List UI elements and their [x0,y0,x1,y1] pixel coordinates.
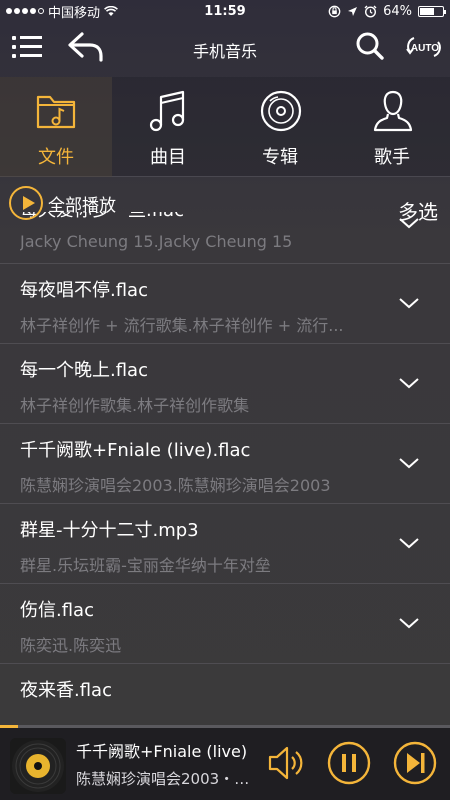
location-icon [348,6,358,16]
category-tabs: 文件 曲目 专辑 歌手 [0,77,450,177]
status-bar: 中国移动 11:59 64% [0,0,450,22]
chevron-down-icon[interactable] [398,296,420,310]
mini-player: 千千阙歌+Fniale (live) 陈慧娴珍演唱会2003・陈... [0,728,450,800]
play-all-label: 全部播放 [48,195,116,216]
chevron-down-icon[interactable] [398,616,420,630]
list-item[interactable]: 每夜唱不停.flac 林子祥创作 + 流行歌集.林子祥创作 + 流行... [0,264,450,344]
list-item[interactable]: 伤信.flac 陈奕迅.陈奕迅 [0,584,450,664]
song-subtitle: 陈奕迅.陈奕迅 [20,636,122,655]
folder-music-icon [36,95,76,129]
tab-files[interactable]: 文件 [0,77,112,177]
song-subtitle: 陈慧娴珍演唱会2003.陈慧娴珍演唱会2003 [20,476,331,495]
song-title: 千千阙歌+Fniale (live).flac [20,440,251,461]
now-playing-title[interactable]: 千千阙歌+Fniale (live) [76,738,247,762]
tab-tracks[interactable]: 曲目 [112,77,224,177]
song-title: 每一个晚上.flac [20,360,148,381]
tab-tracks-label: 曲目 [150,147,186,168]
song-title: 夜来香.flac [20,680,112,701]
list-item[interactable]: 每一个晚上.flac 林子祥创作歌集.林子祥创作歌集 [0,344,450,424]
list-item[interactable]: 千千阙歌+Fniale (live).flac 陈慧娴珍演唱会2003.陈慧娴珍… [0,424,450,504]
music-note-icon [149,90,185,132]
battery-percent: 64% [383,3,412,19]
song-subtitle: 林子祥创作 + 流行歌集.林子祥创作 + 流行... [20,316,344,335]
tab-albums-label: 专辑 [262,147,298,168]
tab-artists[interactable]: 歌手 [336,77,448,177]
song-title: 群星-十分十二寸.mp3 [20,520,199,541]
status-right: 64% [328,3,446,19]
person-icon [373,90,413,132]
battery-icon [418,5,446,17]
tab-artists-label: 歌手 [374,147,410,168]
song-title: 每夜唱不停.flac [20,280,148,301]
orientation-lock-icon [328,5,341,17]
alarm-icon [364,5,377,18]
song-list: 每天爱你多一些.flac Jacky Cheung 15.Jacky Cheun… [0,212,450,725]
pause-button[interactable] [326,740,372,786]
chevron-down-icon[interactable] [398,456,420,470]
song-title: 伤信.flac [20,600,94,621]
play-all-row: 全部播放 多选 [0,180,450,228]
song-subtitle: Jacky Cheung 15.Jacky Cheung 15 [20,232,293,251]
song-subtitle: 林子祥创作歌集.林子祥创作歌集 [20,396,250,415]
auto-label: AUTO [411,43,439,54]
song-subtitle: 群星.乐坛班霸-宝丽金华纳十年对垒 [20,556,271,575]
list-item[interactable]: 夜来香.flac [0,664,450,725]
album-art-disc-icon[interactable] [10,738,66,794]
chevron-down-icon[interactable] [398,376,420,390]
search-icon[interactable] [355,31,385,61]
auto-rotate-button[interactable]: AUTO [404,34,444,60]
tab-albums[interactable]: 专辑 [224,77,336,177]
chevron-down-icon[interactable] [398,536,420,550]
list-item[interactable]: 群星-十分十二寸.mp3 群星.乐坛班霸-宝丽金华纳十年对垒 [0,504,450,584]
multi-select-button[interactable]: 多选 [398,196,438,225]
now-playing-subtitle: 陈慧娴珍演唱会2003・陈... [76,770,256,788]
play-all-button[interactable]: 全部播放 [9,186,116,220]
music-app: 中国移动 11:59 64% 手机音乐 AUTO 文件 曲目 专辑 歌手 Jac… [0,0,450,800]
top-navigation: 手机音乐 AUTO [0,22,450,74]
disc-icon [260,90,302,132]
tab-files-label: 文件 [38,147,74,168]
next-track-button[interactable] [392,740,438,786]
volume-icon[interactable] [264,740,310,786]
play-circle-icon [9,186,43,220]
